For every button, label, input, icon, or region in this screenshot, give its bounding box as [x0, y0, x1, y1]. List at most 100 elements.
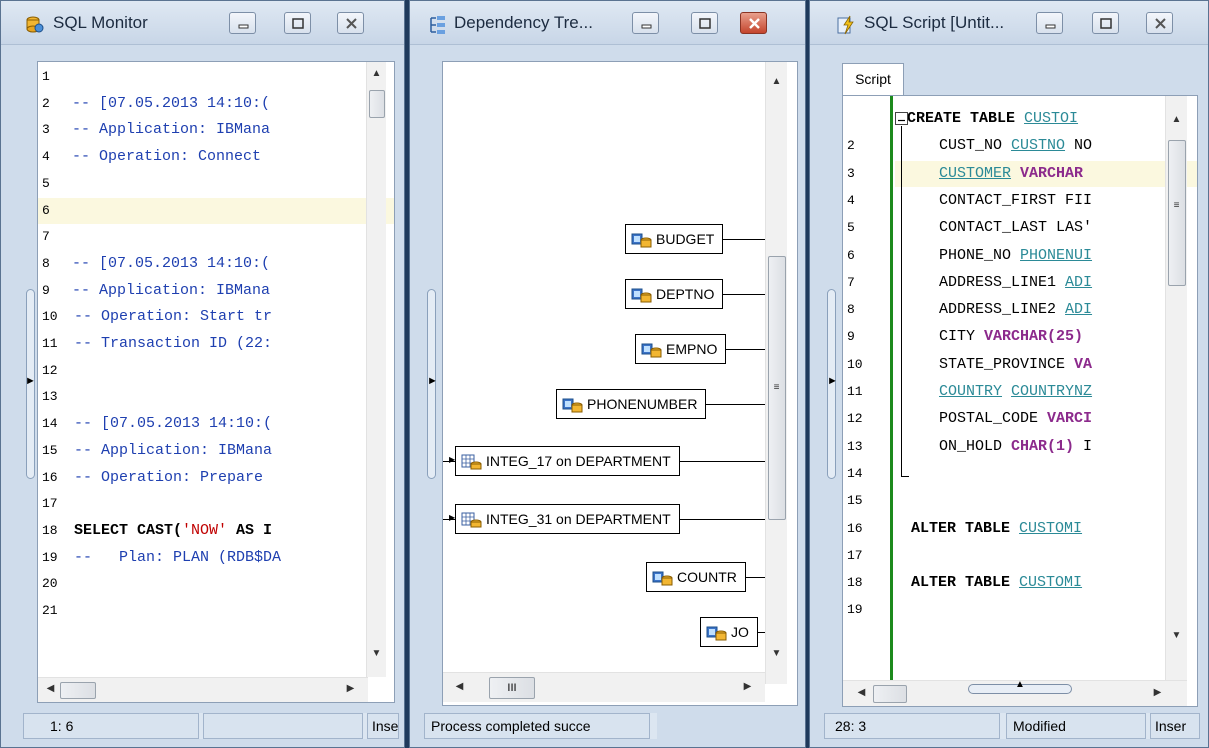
tree-connector	[746, 577, 765, 578]
line-number: 12	[847, 411, 863, 427]
line-number: 3	[42, 122, 50, 138]
editor-line: 18 ALTER TABLE CUSTOMI	[843, 570, 1197, 596]
tree-node[interactable]: PHONENUMBER	[556, 389, 707, 419]
tree-node-label: COUNTR	[677, 569, 737, 585]
tree-node[interactable]: COUNTR	[646, 562, 746, 592]
line-number: 2	[847, 138, 855, 154]
database-monitor-icon	[25, 15, 44, 33]
collapse-arrow-icon[interactable]: ▲	[1015, 679, 1025, 690]
tree-connector	[758, 632, 765, 633]
code-text: CONTACT_LAST LAS'	[939, 219, 1093, 237]
tree-connector	[680, 519, 765, 520]
line-number: 14	[42, 416, 58, 432]
scroll-grip-icon: ≡	[773, 382, 780, 393]
sql-script-editor[interactable]: CREATE TABLE CUSTOI 2 CUST_NO CUSTNO NO 3 CU…	[842, 95, 1198, 707]
close-button[interactable]	[1146, 12, 1173, 34]
editor-line: 13 ON_HOLD CHAR(1) I	[843, 434, 1197, 460]
tree-node[interactable]: DEPTNO	[625, 279, 724, 309]
tree-node[interactable]: INTEG_17 on DEPARTMENT	[455, 446, 680, 476]
line-number: 15	[42, 442, 58, 458]
scroll-up-arrow-icon[interactable]: ▲	[1168, 114, 1185, 125]
scroll-thumb[interactable]	[60, 682, 96, 699]
editor-line: 4 CONTACT_FIRST FII	[843, 188, 1197, 214]
scroll-thumb[interactable]	[873, 685, 907, 703]
expand-arrow-icon[interactable]: ►	[25, 375, 36, 387]
editor-line: 5 CONTACT_LAST LAS'	[843, 215, 1197, 241]
horizontal-scrollbar[interactable]: ◀ III ▶	[443, 672, 765, 702]
collapse-block-icon[interactable]	[895, 112, 908, 125]
tree-node[interactable]: EMPNO	[635, 334, 727, 364]
sql-monitor-titlebar[interactable]: SQL Monitor	[1, 1, 404, 45]
editor-line: 5	[38, 171, 394, 197]
line-number: 8	[42, 255, 50, 271]
domain-icon	[631, 286, 652, 303]
line-number: 11	[42, 336, 58, 351]
code-text: ALTER TABLE CUSTOMI	[911, 519, 1083, 537]
line-number: 20	[42, 576, 58, 592]
editor-line: 7	[38, 224, 394, 250]
tree-node[interactable]: INTEG_31 on DEPARTMENT	[455, 504, 680, 534]
splitter-handle[interactable]: ▲	[968, 679, 1072, 694]
line-number: 6	[847, 247, 855, 263]
code-text: POSTAL_CODE VARCI	[939, 410, 1093, 428]
editor-line: 6 PHONE_NO PHONENUI	[843, 243, 1197, 269]
editor-line: 15	[843, 488, 1197, 514]
code-text: -- Application: IBMana	[72, 281, 271, 299]
scroll-left-arrow-icon[interactable]: ◀	[451, 681, 468, 692]
maximize-button[interactable]	[284, 12, 311, 34]
scroll-down-arrow-icon[interactable]: ▼	[1168, 630, 1185, 641]
insert-mode: Inser	[367, 713, 399, 739]
line-number: 7	[42, 229, 50, 245]
code-text: -- Operation: Start tr	[74, 308, 273, 326]
horizontal-scrollbar[interactable]: ◀ ▶	[38, 677, 368, 702]
expand-arrow-icon[interactable]: ►	[827, 375, 838, 387]
minimize-button[interactable]	[632, 12, 659, 34]
editor-line: 9 CITY VARCHAR(25)	[843, 324, 1197, 350]
scroll-right-arrow-icon[interactable]: ▶	[342, 683, 359, 694]
tree-node-label: BUDGET	[656, 231, 715, 247]
line-number: 15	[847, 493, 863, 509]
line-number: 8	[847, 302, 855, 318]
tab-script[interactable]: Script	[842, 63, 904, 95]
line-number: 11	[847, 384, 863, 399]
fold-guide-end	[901, 476, 909, 477]
scroll-grip-icon: ≡	[1173, 200, 1180, 211]
code-text: SELECT CAST('NOW' AS I	[74, 521, 273, 539]
vertical-scrollbar[interactable]: ▲ ≡ ▼	[1165, 96, 1187, 680]
scroll-left-arrow-icon[interactable]: ◀	[42, 683, 59, 694]
tree-node[interactable]: BUDGET	[625, 224, 724, 254]
close-button[interactable]	[740, 12, 767, 34]
code-text: ON_HOLD CHAR(1) I	[939, 437, 1093, 455]
scroll-left-arrow-icon[interactable]: ◀	[853, 687, 870, 698]
fold-guide	[901, 126, 902, 476]
vertical-scrollbar[interactable]: ▲ ▼	[366, 62, 386, 677]
scroll-down-arrow-icon[interactable]: ▼	[368, 648, 385, 659]
scroll-right-arrow-icon[interactable]: ▶	[1149, 687, 1166, 698]
tree-connector	[726, 349, 765, 350]
vertical-scrollbar[interactable]: ▲ ≡ ▼	[765, 62, 787, 684]
sql-monitor-editor[interactable]: 1 2 -- [07.05.2013 14:10:(3 -- Application:…	[37, 61, 395, 703]
scroll-up-arrow-icon[interactable]: ▲	[368, 68, 385, 79]
minimize-button[interactable]	[1036, 12, 1063, 34]
close-button[interactable]	[337, 12, 364, 34]
dependency-tree-canvas[interactable]: BUDGET DEPTNO EMPNO PHONENUMBER INTEG_17 on …	[442, 61, 798, 706]
sql-script-titlebar[interactable]: SQL Script [Untit...	[810, 1, 1208, 45]
line-number: 9	[847, 329, 855, 345]
scroll-thumb[interactable]	[1168, 140, 1186, 286]
scroll-up-arrow-icon[interactable]: ▲	[768, 76, 785, 87]
script-lightning-icon	[836, 15, 854, 35]
dependency-tree-titlebar[interactable]: Dependency Tre...	[410, 1, 805, 45]
scroll-down-arrow-icon[interactable]: ▼	[768, 648, 785, 659]
editor-line: 12 POSTAL_CODE VARCI	[843, 406, 1197, 432]
maximize-button[interactable]	[691, 12, 718, 34]
editor-line: 12	[38, 358, 394, 384]
scroll-thumb[interactable]	[369, 90, 385, 118]
scroll-right-arrow-icon[interactable]: ▶	[739, 681, 756, 692]
tree-connector	[680, 461, 765, 462]
minimize-button[interactable]	[229, 12, 256, 34]
tree-node[interactable]: JO	[700, 617, 758, 647]
expand-arrow-icon[interactable]: ►	[427, 375, 438, 387]
editor-line: 4 -- Operation: Connect	[38, 144, 394, 170]
scroll-thumb[interactable]: III	[489, 677, 535, 699]
maximize-button[interactable]	[1092, 12, 1119, 34]
